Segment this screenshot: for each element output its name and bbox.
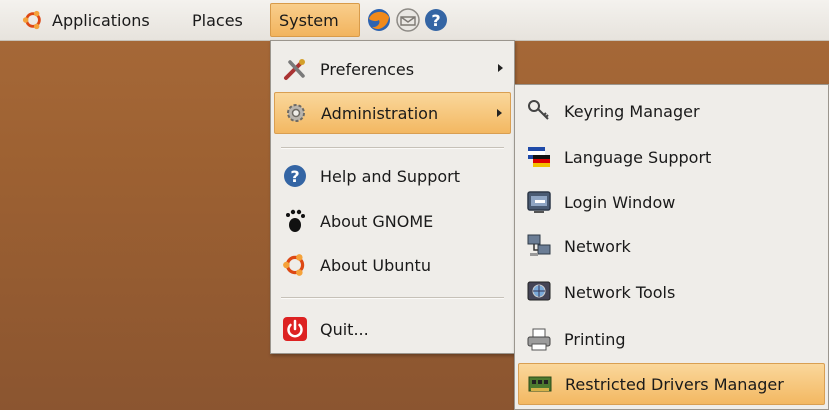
applications-label: Applications [52,10,150,30]
menu-item-keyring-manager[interactable]: Keyring Manager [518,90,825,132]
menu-separator [281,297,504,299]
top-panel: Applications Places System ? [0,0,829,41]
menu-item-quit[interactable]: Quit... [274,308,511,350]
applications-menu[interactable]: Applications [14,3,158,37]
menu-item-label: Login Window [564,192,676,212]
submenu-arrow-icon [497,109,502,117]
menu-item-label: Printing [564,329,626,349]
help-icon: ? [284,165,306,187]
menu-item-about-gnome[interactable]: About GNOME [274,200,511,242]
menu-separator [281,147,504,149]
language-flags-icon [528,147,550,167]
mail-icon[interactable] [395,7,421,33]
preferences-icon [284,59,305,80]
menu-item-label: Administration [321,103,439,123]
menu-item-administration[interactable]: Administration [274,92,511,134]
system-label: System [279,10,339,30]
menu-item-label: Network [564,236,631,256]
menu-item-network-tools[interactable]: Network Tools [518,271,825,313]
submenu-arrow-icon [498,64,503,72]
menu-item-label: Help and Support [320,166,460,186]
menu-item-restricted-drivers-manager[interactable]: Restricted Drivers Manager [518,363,825,405]
menu-item-login-window[interactable]: Login Window [518,181,825,223]
firefox-icon[interactable] [366,7,392,33]
menu-item-language-support[interactable]: Language Support [518,136,825,178]
menu-item-label: Keyring Manager [564,101,700,121]
quit-icon [283,317,307,341]
menu-item-help-and-support[interactable]: ? Help and Support [274,155,511,197]
places-menu[interactable]: Places [184,3,251,37]
administration-submenu: Keyring Manager Language Support Login W… [514,84,829,410]
menu-item-label: Network Tools [564,282,676,302]
network-tools-icon [527,281,551,301]
places-label: Places [192,10,243,30]
ubuntu-logo-icon [22,10,41,30]
menu-item-label: Language Support [564,147,712,167]
menu-item-label: Restricted Drivers Manager [565,374,784,394]
menu-item-label: Preferences [320,59,415,79]
help-icon[interactable]: ? [423,7,449,33]
system-dropdown-menu: Preferences Administration ? Help and Su… [270,40,515,354]
menu-item-label: About Ubuntu [320,255,431,275]
menu-item-label: Quit... [320,319,369,339]
login-window-icon [527,191,551,213]
menu-item-about-ubuntu[interactable]: About Ubuntu [274,244,511,286]
administration-icon [287,104,305,122]
svg-text:?: ? [431,11,440,30]
menu-item-label: About GNOME [320,211,434,231]
menu-item-preferences[interactable]: Preferences [274,48,511,90]
ubuntu-logo-icon [283,254,305,276]
system-menu[interactable]: System [270,3,360,37]
network-icon [527,234,551,256]
menu-item-network[interactable]: Network [518,225,825,267]
svg-text:?: ? [290,167,299,186]
keyring-icon [528,100,549,120]
menu-item-printing[interactable]: Printing [518,318,825,360]
hardware-card-icon [528,376,552,392]
gnome-foot-icon [286,209,305,232]
printer-icon [527,328,551,351]
